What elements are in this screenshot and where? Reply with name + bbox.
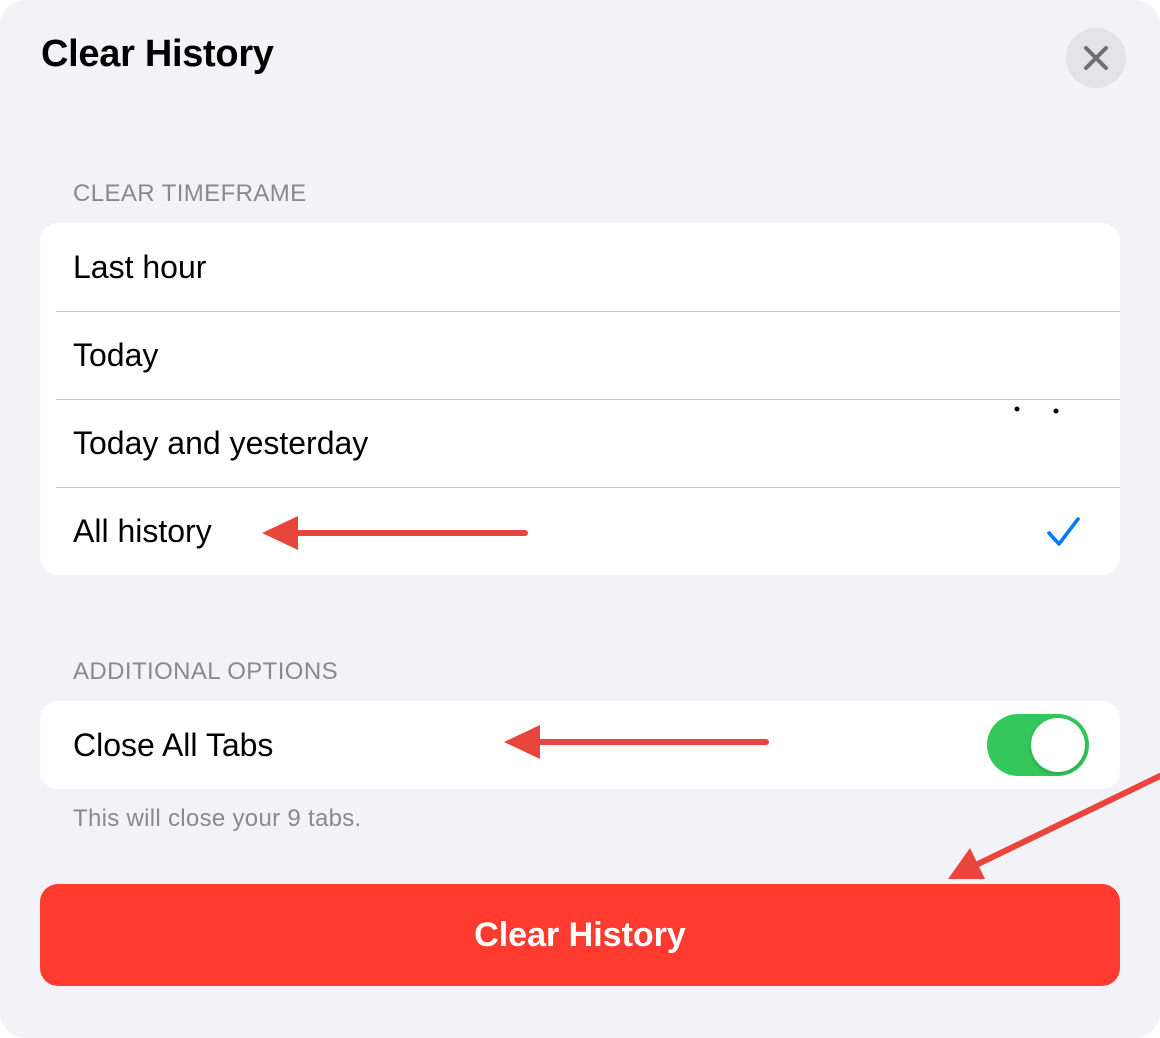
- timeframe-list: Last hour Today Today and yesterday All …: [40, 223, 1120, 575]
- option-label: Today: [73, 336, 159, 373]
- clear-history-button[interactable]: Clear History: [40, 884, 1120, 986]
- clear-history-sheet: Clear History CLEAR TIMEFRAME Last hour …: [0, 0, 1160, 1038]
- timeframe-option-today-and-yesterday[interactable]: Today and yesterday: [40, 399, 1120, 487]
- annotation-arrow-clear-button: [948, 773, 1160, 879]
- close-all-tabs-row: Close All Tabs: [40, 701, 1120, 789]
- close-icon: [1084, 46, 1108, 70]
- sheet-title: Clear History: [41, 33, 274, 75]
- timeframe-option-last-hour[interactable]: Last hour: [40, 223, 1120, 311]
- additional-options-list: Close All Tabs: [40, 701, 1120, 789]
- clear-history-button-label: Clear History: [474, 915, 686, 954]
- checkmark-icon: [1047, 517, 1080, 546]
- timeframe-option-today[interactable]: Today: [40, 311, 1120, 399]
- close-tabs-footnote: This will close your 9 tabs.: [73, 805, 362, 832]
- timeframe-option-all-history[interactable]: All history: [40, 487, 1120, 575]
- section-header-additional-options: ADDITIONAL OPTIONS: [73, 658, 339, 685]
- toggle-knob: [1031, 718, 1085, 772]
- option-label: Last hour: [73, 248, 207, 285]
- section-header-clear-timeframe: CLEAR TIMEFRAME: [73, 180, 307, 207]
- option-label: Today and yesterday: [73, 424, 369, 461]
- close-button[interactable]: [1066, 28, 1126, 88]
- option-label: All history: [73, 512, 212, 549]
- close-all-tabs-label: Close All Tabs: [73, 726, 274, 763]
- close-all-tabs-toggle[interactable]: [987, 714, 1089, 776]
